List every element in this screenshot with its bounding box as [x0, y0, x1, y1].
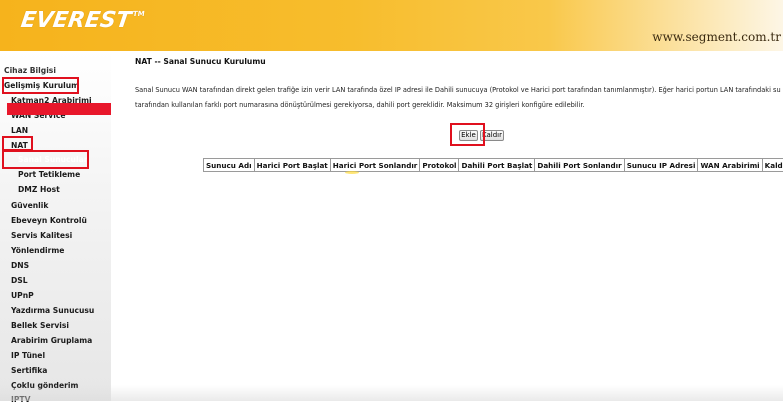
column-header-dahili-port-baslat: Dahili Port Başlat	[459, 159, 535, 172]
sidebar-item-dmz-host[interactable]: DMZ Host	[18, 185, 60, 194]
sidebar-item-lan[interactable]: LAN	[11, 126, 28, 135]
description-line-2: tarafından kullanılan farklı port numara…	[135, 101, 585, 109]
sidebar-item-sertifika[interactable]: Sertifika	[11, 366, 47, 375]
header-bar: EVERESTTM www.segment.com.tr	[0, 0, 783, 51]
bottom-fade	[0, 385, 783, 401]
description-line-1: Sanal Sunucu WAN tarafından direkt gelen…	[135, 86, 781, 94]
sidebar-item-yazdirma-sunucusu[interactable]: Yazdırma Sunucusu	[11, 306, 94, 315]
page-title: NAT -- Sanal Sunucu Kurulumu	[135, 57, 266, 66]
column-header-harici-port-baslat: Harici Port Başlat	[254, 159, 330, 172]
column-header-sunucu-ip-adresi: Sunucu IP Adresi	[624, 159, 698, 172]
website-url: www.segment.com.tr	[652, 30, 781, 44]
sidebar-item-dns[interactable]: DNS	[11, 261, 29, 270]
column-header-harici-port-sonlandir: Harici Port Sonlandır	[330, 159, 420, 172]
column-header-kaldir: Kaldır	[762, 159, 783, 172]
highlight-box-sanal-sunucular	[2, 150, 89, 169]
highlight-box-add-button	[450, 123, 485, 146]
sidebar-item-ebeveyn-kontrolu[interactable]: Ebeveyn Kontrolü	[11, 216, 87, 225]
column-header-dahili-port-sonlandir: Dahili Port Sonlandır	[535, 159, 624, 172]
column-header-protokol: Protokol	[420, 159, 459, 172]
active-item-background	[7, 103, 113, 115]
column-header-sunucu-adi: Sunucu Adı	[204, 159, 255, 172]
sidebar-item-port-tetikleme[interactable]: Port Tetikleme	[18, 170, 80, 179]
sidebar-item-bellek-servisi[interactable]: Bellek Servisi	[11, 321, 69, 330]
virtual-servers-table: Sunucu Adı Harici Port Başlat Harici Por…	[203, 158, 783, 172]
sidebar-item-cihaz-bilgisi[interactable]: Cihaz Bilgisi	[4, 66, 56, 75]
sidebar-item-servis-kalitesi[interactable]: Servis Kalitesi	[11, 231, 72, 240]
everest-logo: EVERESTTM	[19, 8, 145, 33]
highlight-box-nat	[2, 136, 33, 151]
column-header-wan-arabirimi: WAN Arabirimi	[698, 159, 762, 172]
trademark-mark: TM	[132, 10, 145, 18]
sidebar-item-yonlendirme[interactable]: Yönlendirme	[11, 246, 64, 255]
sidebar-item-guvenlik[interactable]: Güvenlik	[11, 201, 48, 210]
highlight-box-gelismis-kurulum	[2, 77, 79, 94]
sidebar-item-ip-tunel[interactable]: IP Tünel	[11, 351, 45, 360]
sidebar-item-dsl[interactable]: DSL	[11, 276, 28, 285]
sidebar-item-arabirim-gruplama[interactable]: Arabirim Gruplama	[11, 336, 92, 345]
table-header-row: Sunucu Adı Harici Port Başlat Harici Por…	[204, 159, 783, 172]
sidebar-item-upnp[interactable]: UPnP	[11, 291, 34, 300]
cursor-highlight	[345, 171, 359, 174]
